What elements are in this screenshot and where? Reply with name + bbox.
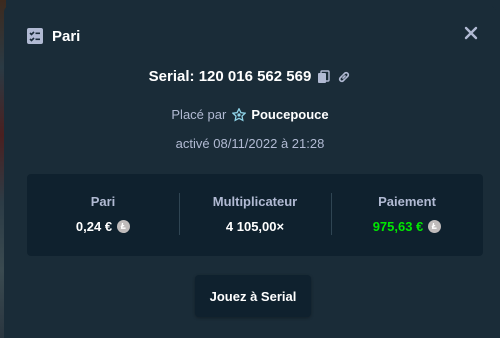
litecoin-icon: [117, 220, 131, 233]
link-icon[interactable]: [337, 70, 351, 84]
stat-value: 0,24 €: [27, 219, 179, 234]
play-game-button[interactable]: Jouez à Serial: [195, 275, 311, 317]
stat-label: Pari: [90, 194, 116, 209]
bet-amount: 0,24 €: [75, 219, 113, 234]
bet-date: activé 08/11/2022 à 21:28: [175, 136, 325, 151]
star-badge-icon: [231, 106, 247, 122]
placed-by-row: Placé par Poucepouce: [4, 106, 496, 122]
bet-stats-panel: Pari 0,24 € Multiplicateur 4 105,00× Pai…: [27, 174, 483, 256]
stat-label: Paiement: [378, 194, 436, 209]
stat-label: Multiplicateur: [212, 194, 298, 209]
serial-label: Serial: 120 016 562 569: [148, 68, 312, 85]
bet-details-modal: Pari Serial: 120 016 562 569 Placé par P…: [4, 6, 496, 338]
copy-icon[interactable]: [317, 69, 331, 84]
stat-multiplier: Multiplicateur 4 105,00×: [179, 174, 331, 256]
serial-row: Serial: 120 016 562 569: [4, 68, 496, 85]
close-icon[interactable]: [462, 24, 480, 42]
litecoin-icon: [428, 220, 442, 233]
multiplier-value: 4 105,00×: [225, 219, 285, 234]
placed-by-label: Placé par: [171, 107, 227, 122]
payout-amount: 975,63 €: [372, 219, 424, 234]
username-link[interactable]: Poucepouce: [251, 107, 328, 122]
bet-slip-icon: [26, 27, 44, 45]
stat-bet: Pari 0,24 €: [27, 174, 179, 256]
stat-value: 975,63 €: [331, 219, 483, 234]
modal-header: Pari: [26, 24, 80, 48]
stat-payout: Paiement 975,63 €: [331, 174, 483, 256]
modal-title: Pari: [52, 27, 81, 45]
stat-value: 4 105,00×: [179, 219, 331, 234]
